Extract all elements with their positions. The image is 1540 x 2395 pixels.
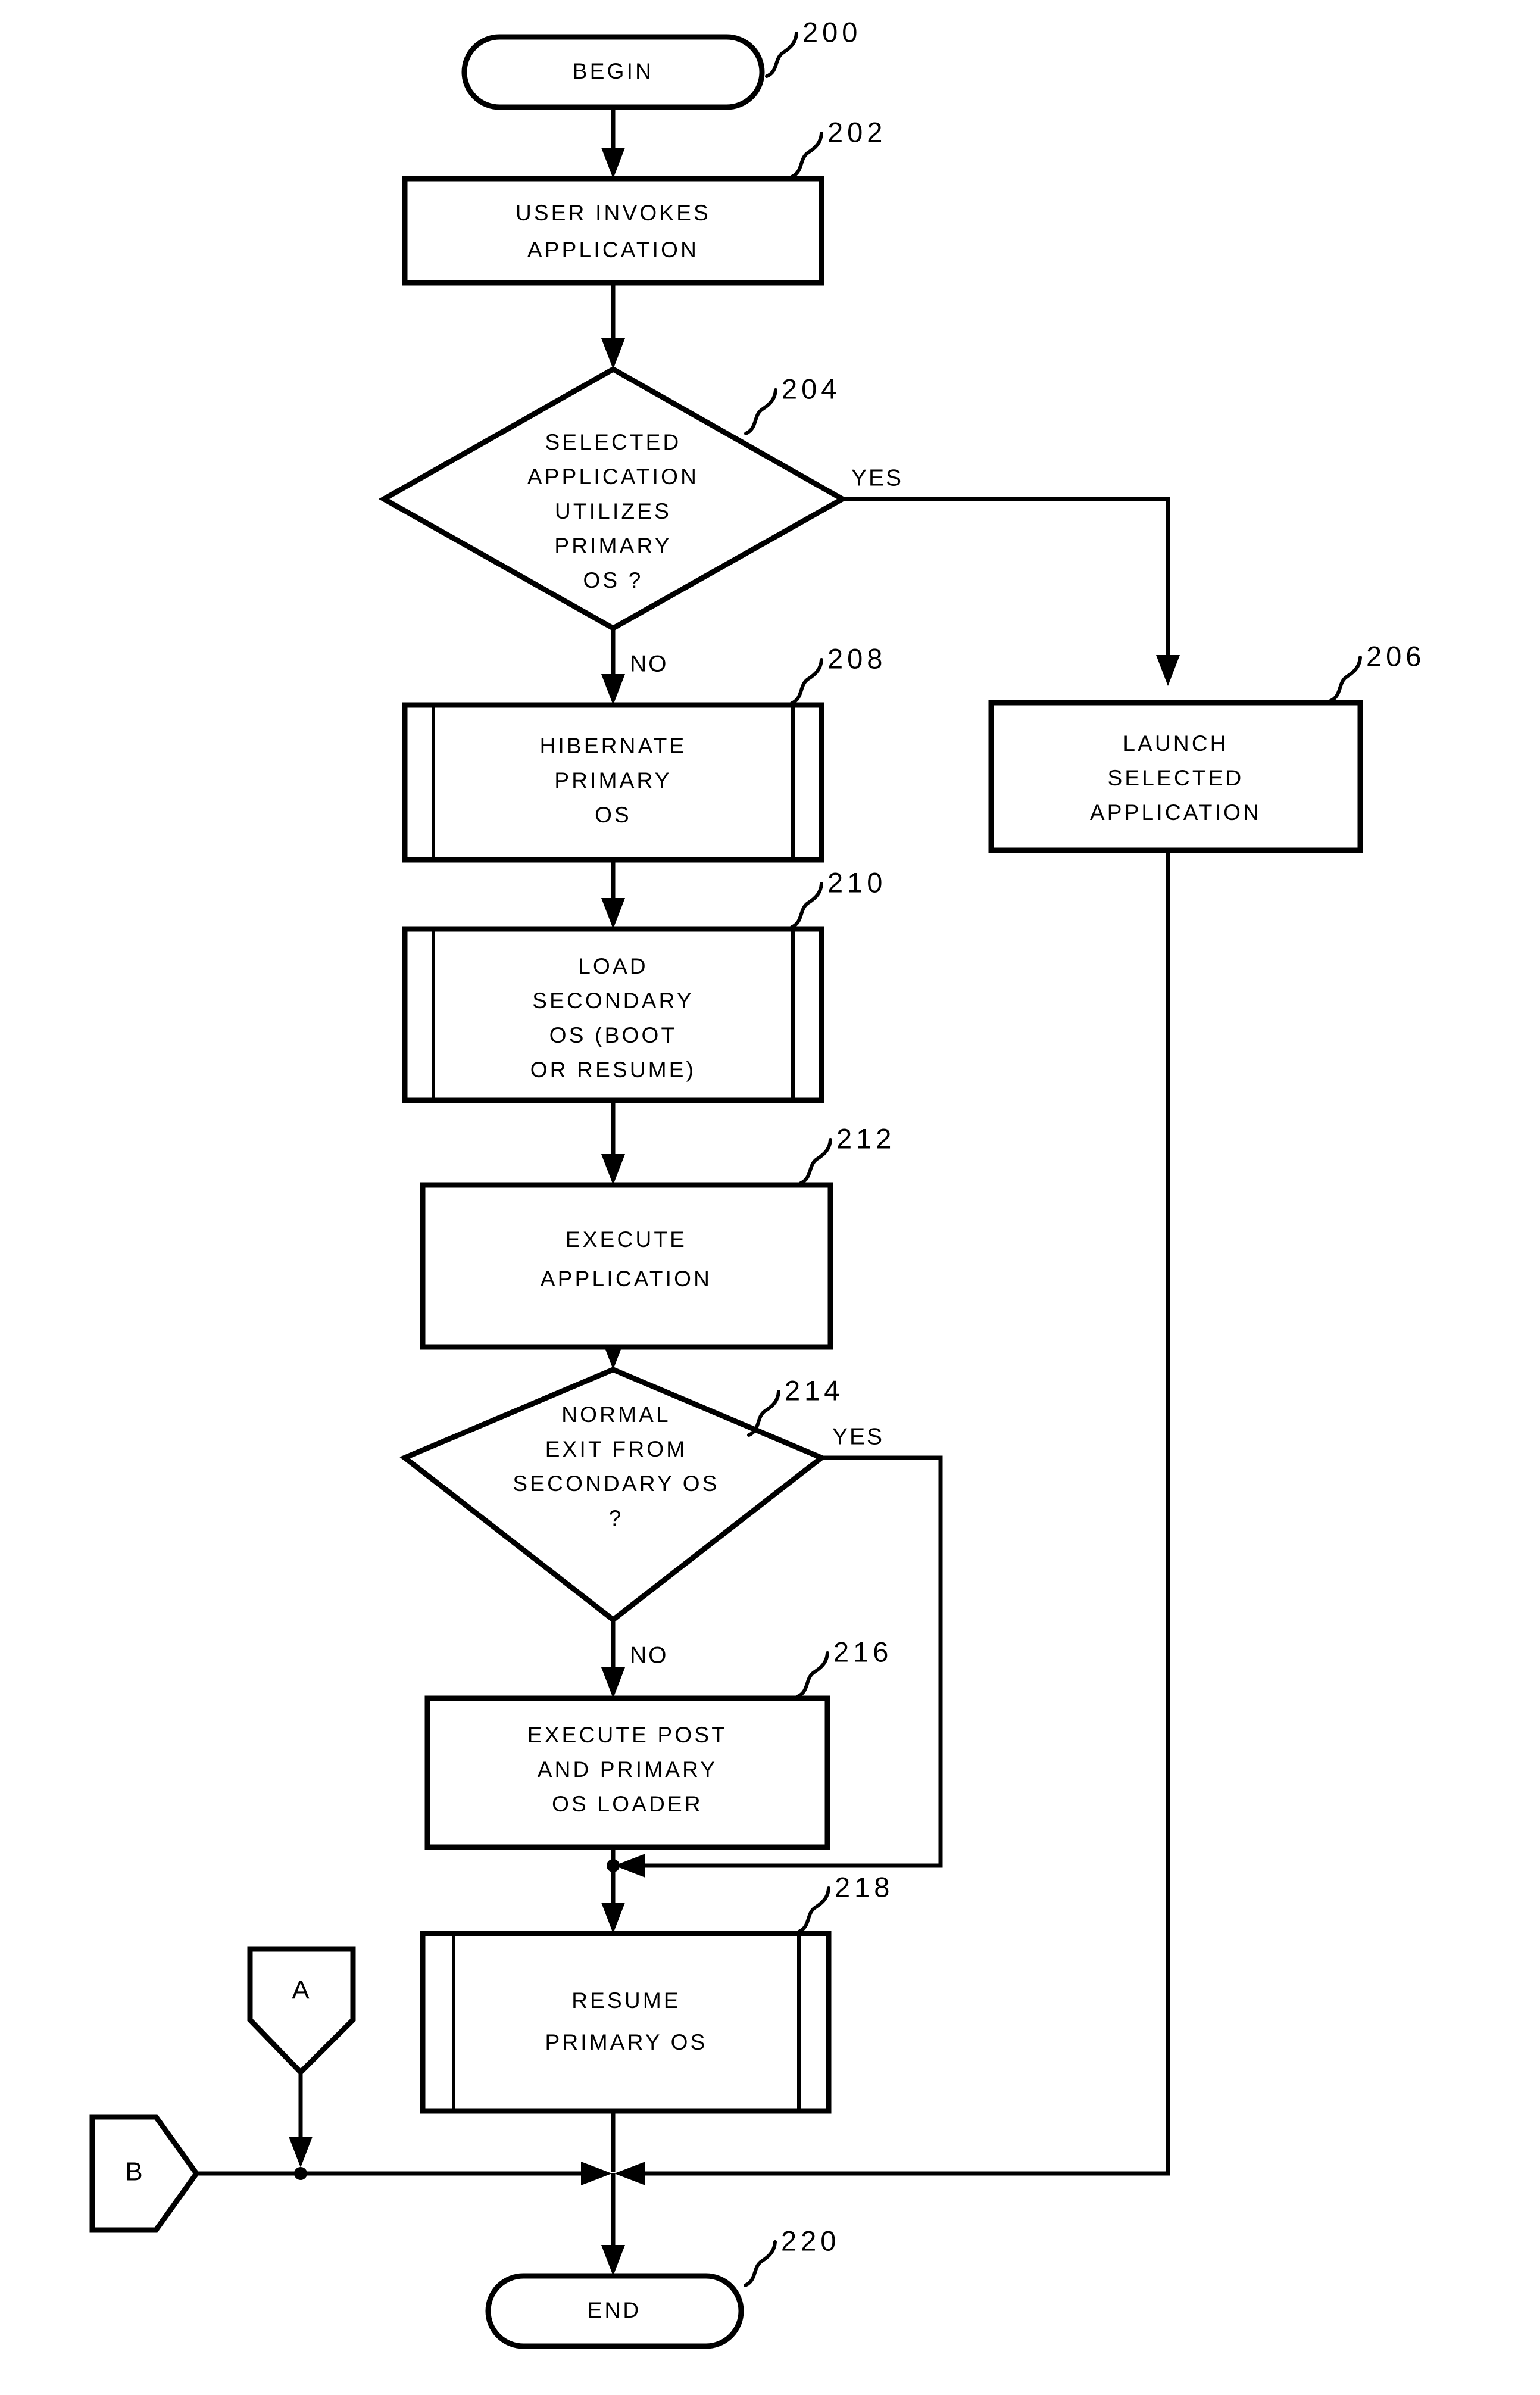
node-208-line-2: PRIMARY — [554, 768, 671, 793]
branch-label-214-yes: YES — [832, 1424, 884, 1449]
branch-label-204-no: NO — [630, 651, 669, 676]
node-end[interactable]: END — [485, 2273, 744, 2349]
node-210-line-2: SECONDARY — [532, 988, 694, 1013]
ref-216-text: 216 — [833, 1636, 892, 1667]
flowchart-canvas: BEGIN 200 USER INVOKES APPLICATION 202 S… — [89, 16, 1425, 2349]
node-206-line-1: LAUNCH — [1123, 731, 1228, 756]
node-user-invokes-application[interactable]: USER INVOKES APPLICATION — [402, 176, 824, 286]
node-execute-post-and-primary-os-loader[interactable]: EXECUTE POST AND PRIMARY OS LOADER — [424, 1695, 830, 1850]
node-load-secondary-os[interactable]: LOAD SECONDARY OS (BOOT OR RESUME) — [402, 926, 824, 1103]
node-begin-label: BEGIN — [573, 59, 654, 83]
offpage-connector-shape-a — [247, 1946, 356, 2076]
ref-label-210: 210 — [790, 866, 886, 929]
ref-label-208: 208 — [790, 643, 886, 705]
node-208-line-1: HIBERNATE — [540, 734, 687, 758]
node-decision-primary-os[interactable]: SELECTED APPLICATION UTILIZES PRIMARY OS… — [378, 366, 848, 632]
ref-label-206: 206 — [1329, 640, 1425, 703]
ref-label-202: 202 — [790, 116, 886, 179]
node-end-label: END — [588, 2298, 642, 2322]
offpage-connector-a[interactable]: A — [247, 1946, 356, 2076]
ref-label-212: 212 — [799, 1122, 895, 1185]
node-216-line-1: EXECUTE POST — [527, 1723, 727, 1747]
ref-206-text: 206 — [1366, 640, 1425, 672]
node-206-line-3: APPLICATION — [1090, 800, 1261, 825]
patent-figure: BEGIN 200 USER INVOKES APPLICATION 202 S… — [0, 0, 1540, 2395]
node-execute-application[interactable]: EXECUTE APPLICATION — [420, 1182, 833, 1350]
node-210-line-1: LOAD — [578, 954, 648, 978]
ref-label-200: 200 — [765, 16, 861, 78]
node-216-line-2: AND PRIMARY — [538, 1757, 718, 1782]
ref-label-204: 204 — [744, 373, 841, 435]
ref-label-216: 216 — [796, 1636, 892, 1698]
ref-204-text: 204 — [782, 373, 841, 404]
node-204-line-3: UTILIZES — [555, 499, 671, 523]
process-shape-202 — [402, 176, 824, 286]
offpage-connector-b-letter: B — [125, 2157, 142, 2187]
ref-label-214: 214 — [747, 1374, 844, 1437]
node-204-line-2: APPLICATION — [527, 464, 699, 489]
predefined-process-shape-218 — [420, 1931, 832, 2114]
node-208-line-3: OS — [595, 803, 632, 827]
junction-dot-upper — [607, 1859, 620, 1872]
offpage-connector-a-letter: A — [292, 1976, 310, 2005]
node-212-line-2: APPLICATION — [541, 1267, 712, 1291]
ref-label-218: 218 — [797, 1871, 894, 1934]
node-214-line-4: ? — [609, 1506, 624, 1530]
ref-220-text: 220 — [781, 2225, 840, 2256]
node-210-line-4: OR RESUME) — [530, 1058, 696, 1082]
node-218-line-1: RESUME — [571, 1988, 681, 2013]
node-204-line-1: SELECTED — [545, 430, 682, 454]
node-hibernate-primary-os[interactable]: HIBERNATE PRIMARY OS — [402, 702, 824, 863]
ref-212-text: 212 — [836, 1122, 895, 1154]
offpage-connector-b[interactable]: B — [89, 2114, 200, 2233]
ref-210-text: 210 — [827, 866, 886, 898]
offpage-connector-shape-b — [89, 2114, 200, 2233]
node-204-line-4: PRIMARY — [554, 534, 671, 558]
ref-label-220: 220 — [744, 2225, 840, 2287]
node-210-line-3: OS (BOOT — [549, 1023, 677, 1047]
ref-202-text: 202 — [827, 116, 886, 148]
junction-dot-connector-a — [294, 2167, 307, 2180]
node-212-line-1: EXECUTE — [566, 1227, 687, 1252]
branch-label-214-no: NO — [630, 1642, 669, 1668]
branch-label-204-yes: YES — [851, 465, 903, 491]
node-begin[interactable]: BEGIN — [461, 34, 765, 110]
node-214-line-3: SECONDARY OS — [513, 1471, 719, 1496]
node-resume-primary-os[interactable]: RESUME PRIMARY OS — [420, 1931, 832, 2114]
node-204-line-5: OS ? — [583, 568, 643, 592]
ref-200-text: 200 — [802, 16, 861, 48]
node-206-line-2: SELECTED — [1108, 766, 1244, 790]
node-214-line-2: EXIT FROM — [545, 1437, 688, 1461]
node-decision-normal-exit[interactable]: NORMAL EXIT FROM SECONDARY OS ? — [399, 1367, 827, 1623]
ref-218-text: 218 — [835, 1871, 894, 1903]
ref-214-text: 214 — [785, 1374, 844, 1406]
node-214-line-1: NORMAL — [561, 1402, 671, 1427]
ref-208-text: 208 — [827, 643, 886, 674]
node-launch-selected-application[interactable]: LAUNCH SELECTED APPLICATION — [988, 700, 1363, 853]
node-202-line-2: APPLICATION — [527, 238, 699, 262]
node-218-line-2: PRIMARY OS — [545, 2030, 708, 2054]
node-216-line-3: OS LOADER — [552, 1792, 703, 1816]
node-202-line-1: USER INVOKES — [516, 201, 711, 225]
